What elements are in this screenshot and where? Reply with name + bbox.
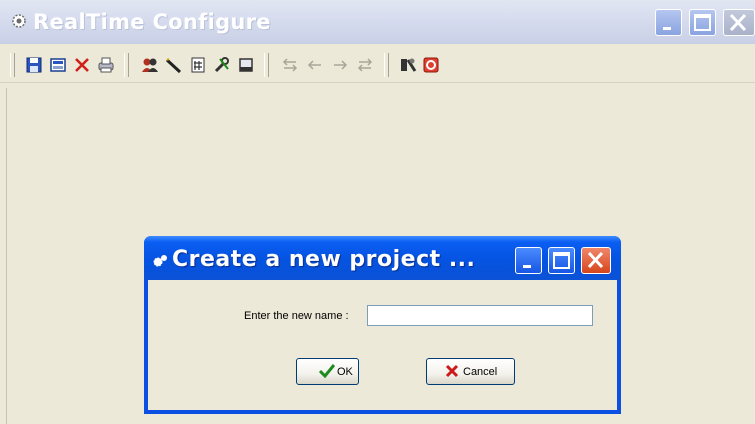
toolbar-separator bbox=[124, 53, 129, 77]
toolbar-grip[interactable] bbox=[10, 53, 15, 77]
close-icon bbox=[729, 13, 747, 32]
dialog-titlebar[interactable]: Create a new project ... bbox=[144, 236, 621, 280]
minimize-icon bbox=[663, 27, 671, 30]
dialog-minimize-button[interactable] bbox=[515, 247, 542, 274]
swap-alt-icon[interactable] bbox=[355, 55, 375, 75]
main-titlebar[interactable]: RealTime Configure bbox=[0, 0, 755, 44]
print-icon[interactable] bbox=[96, 55, 116, 75]
ok-label: OK bbox=[337, 366, 353, 378]
close-icon bbox=[587, 251, 604, 269]
right-arrow-icon[interactable] bbox=[330, 55, 350, 75]
name-label: Enter the new name : bbox=[244, 310, 349, 322]
toolbar-separator bbox=[264, 53, 269, 77]
pencil-icon[interactable] bbox=[164, 55, 184, 75]
minimize-icon bbox=[523, 265, 531, 268]
project-name-input[interactable] bbox=[367, 305, 593, 326]
left-arrow-icon[interactable] bbox=[305, 55, 325, 75]
delete-icon[interactable] bbox=[72, 55, 92, 75]
grid-doc-icon[interactable] bbox=[188, 55, 208, 75]
users-icon[interactable] bbox=[140, 55, 160, 75]
run-icon[interactable] bbox=[398, 55, 418, 75]
workspace-border bbox=[6, 88, 7, 424]
minimize-button[interactable] bbox=[655, 9, 682, 36]
ok-button[interactable]: OK bbox=[296, 358, 359, 385]
cancel-x-icon bbox=[445, 364, 459, 381]
maximize-icon bbox=[694, 14, 711, 31]
cancel-button[interactable]: Cancel bbox=[426, 358, 515, 385]
dialog-close-button[interactable] bbox=[581, 247, 611, 274]
checkmark-icon bbox=[318, 364, 336, 381]
tools-icon[interactable] bbox=[212, 55, 232, 75]
save-icon[interactable] bbox=[24, 55, 44, 75]
maximize-icon bbox=[553, 252, 570, 269]
floppy-page-icon[interactable] bbox=[48, 55, 68, 75]
app-gear-icon bbox=[10, 12, 28, 30]
swap-icon[interactable] bbox=[280, 55, 300, 75]
main-toolbar bbox=[0, 46, 755, 83]
dialog-maximize-button[interactable] bbox=[548, 247, 575, 274]
window-title: RealTime Configure bbox=[33, 10, 271, 34]
create-project-dialog: Create a new project ... Enter the new n… bbox=[144, 236, 621, 414]
dialog-title: Create a new project ... bbox=[172, 247, 476, 272]
dialog-body: Enter the new name : OK Cancel bbox=[148, 280, 617, 410]
stop-icon[interactable] bbox=[421, 55, 441, 75]
dialog-app-icon bbox=[152, 253, 168, 269]
maximize-button[interactable] bbox=[689, 9, 716, 36]
close-button[interactable] bbox=[723, 9, 755, 36]
window-icon[interactable] bbox=[236, 55, 256, 75]
toolbar-separator bbox=[384, 53, 389, 77]
cancel-label: Cancel bbox=[463, 366, 498, 378]
